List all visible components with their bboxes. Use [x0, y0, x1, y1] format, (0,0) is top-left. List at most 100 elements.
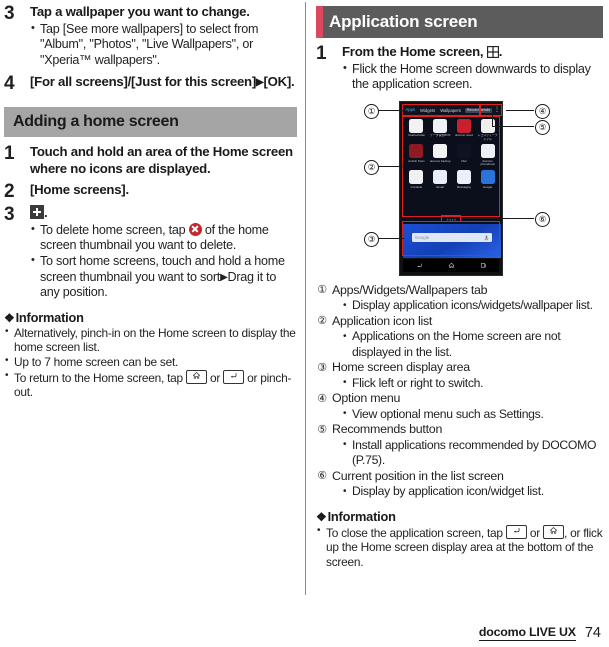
callout-number-6: ⑥ [535, 211, 550, 227]
left-column: 3 Tap a wallpaper you want to change. Ta… [0, 0, 305, 647]
step-title: . [30, 205, 297, 222]
highlight-tabs [402, 103, 480, 116]
callout-number-4: ④ [535, 103, 550, 119]
step-body: Tap a wallpaper you want to change. Tap … [30, 4, 297, 68]
step-number: 1 [4, 143, 15, 165]
home-key-icon [185, 369, 207, 384]
info-text-mid: or [206, 370, 224, 385]
callout-number-2: ② [364, 159, 379, 175]
callout-sub-list: Applications on the Home screen are not … [342, 329, 603, 360]
callout-marker: ④ [317, 392, 327, 405]
callout-marker: ③ [317, 361, 327, 374]
step-title: Touch and hold an area of the Home scree… [30, 144, 293, 176]
leader-line-6 [461, 217, 534, 219]
step-title: [For all screens]/[Just for this screen]… [30, 74, 297, 92]
step-4-apply-wallpaper: 4 [For all screens]/[Just for this scree… [4, 74, 297, 94]
leader-line-2 [378, 165, 404, 167]
two-column-layout: 3 Tap a wallpaper you want to change. Ta… [0, 0, 609, 647]
manual-page: 3 Tap a wallpaper you want to change. Ta… [0, 0, 609, 647]
callout-label: Current position in the list screen [332, 468, 504, 483]
callout-sub-list: Install applications recommended by DOCO… [342, 437, 603, 469]
arrow-right-icon: ▶ [220, 271, 228, 283]
callout-sub-list: View optional menu such as Settings. [342, 406, 603, 422]
information-list: Alternatively, pinch-in on the Home scre… [4, 325, 297, 400]
bullet: Flick the Home screen downwards to displ… [342, 61, 603, 93]
step-1-open-app-screen: 1 From the Home screen, . Flick the Home… [316, 44, 603, 93]
step-number: 1 [316, 43, 327, 64]
step-title-pre: From the Home screen, [342, 44, 487, 59]
callout-description-1: ① Apps/Widgets/Wallpapers tab Display ap… [316, 283, 603, 314]
back-key-icon [505, 524, 527, 539]
bullet-delete-home-screen: To delete home screen, tap of the home s… [30, 222, 297, 254]
step-number: 2 [4, 181, 15, 203]
step-3-add-screen: 3 . To delete home screen, tap of the ho… [4, 205, 297, 300]
info-text-pre: To close the application screen, tap [326, 525, 506, 540]
callout-description-6: ⑥ Current position in the list screen Di… [316, 469, 603, 500]
callout-label: Application icon list [332, 313, 433, 328]
information-item: To close the application screen, tap or … [316, 524, 603, 570]
back-nav-icon[interactable] [416, 262, 423, 269]
callout-number-5: ⑤ [535, 119, 550, 135]
step-title-post: . [44, 205, 48, 221]
info-text-mid: or [526, 525, 543, 540]
callout-marker: ② [317, 315, 327, 328]
information-item: Up to 7 home screen can be set. [4, 354, 297, 370]
callout-description-4: ④ Option menu View optional menu such as… [316, 391, 603, 422]
step-number: 3 [4, 204, 15, 226]
callout-sub-item: View optional menu such as Settings. [342, 406, 603, 422]
information-item: Alternatively, pinch-in on the Home scre… [4, 325, 297, 355]
recents-nav-icon[interactable] [480, 262, 487, 269]
step-bullets: To delete home screen, tap of the home s… [30, 222, 297, 301]
highlight-home-area [402, 220, 500, 256]
information-list: To close the application screen, tap or … [316, 524, 603, 570]
callout-label: Recommends button [332, 422, 443, 437]
callout-label: Option menu [332, 391, 401, 406]
callout-sub-list: Display application icons/widgets/wallpa… [342, 298, 603, 314]
flower-marker-icon: ❖ [4, 310, 15, 325]
footer-section-title: docomo LIVE UX [478, 625, 576, 641]
callout-marker: ⑤ [317, 423, 327, 436]
home-nav-icon[interactable] [448, 262, 455, 269]
page-number: 74 [584, 625, 601, 641]
bullet-sort-home-screens: To sort home screens, touch and hold a h… [30, 253, 297, 301]
callout-sub-item: Applications on the Home screen are not … [342, 329, 603, 360]
step-bullets: Tap [See more wallpapers] to select from… [30, 21, 297, 69]
step-number: 4 [4, 73, 15, 95]
callout-sub-item: Flick left or right to switch. [342, 375, 603, 391]
section-heading-application-screen: Application screen [316, 6, 603, 38]
home-key-icon [542, 524, 564, 539]
bullet-text-pre: To delete home screen, tap [40, 222, 189, 237]
step-title: From the Home screen, . [342, 44, 603, 61]
callout-label: Home screen display area [332, 360, 470, 375]
callout-sub-list: Display by application icon/widget list. [342, 484, 603, 500]
plus-icon [30, 205, 44, 220]
leader-line-5-vertical [492, 113, 493, 127]
callout-marker: ⑥ [317, 470, 327, 482]
navigation-bar [403, 258, 499, 272]
step-title: Tap a wallpaper you want to change. [30, 4, 250, 19]
leader-line-5 [492, 125, 534, 127]
step-number: 3 [4, 3, 15, 24]
section-heading-adding-home-screen: Adding a home screen [4, 107, 297, 138]
application-screen-diagram: Apps Widgets Wallpapers Recommends ⋮ Osa… [316, 97, 607, 279]
highlight-recommends [480, 103, 502, 116]
step-title-post: [OK]. [263, 74, 295, 90]
callout-description-list: ① Apps/Widgets/Wallpapers tab Display ap… [316, 283, 603, 500]
callout-description-5: ⑤ Recommends button Install applications… [316, 422, 603, 468]
callout-label: Apps/Widgets/Wallpapers tab [332, 282, 488, 297]
leader-line-1 [378, 109, 404, 111]
step-title-pre: [For all screens]/[Just for this screen] [30, 74, 256, 90]
callout-marker: ① [317, 284, 327, 297]
page-footer: docomo LIVE UX 74 [478, 625, 601, 641]
callout-sub-list: Flick left or right to switch. [342, 375, 603, 391]
information-heading: ❖Information [316, 509, 603, 524]
step-2-home-screens: 2 [Home screens]. [4, 182, 297, 202]
step-body: From the Home screen, . Flick the Home s… [342, 44, 603, 93]
flower-marker-icon: ❖ [316, 509, 327, 524]
step-title-post: . [498, 44, 503, 59]
callout-number-1: ① [364, 103, 379, 119]
step-body: . To delete home screen, tap of the home… [30, 205, 297, 300]
highlight-icon-list [402, 115, 500, 217]
back-key-icon [223, 369, 245, 384]
callout-number-3: ③ [364, 231, 379, 247]
